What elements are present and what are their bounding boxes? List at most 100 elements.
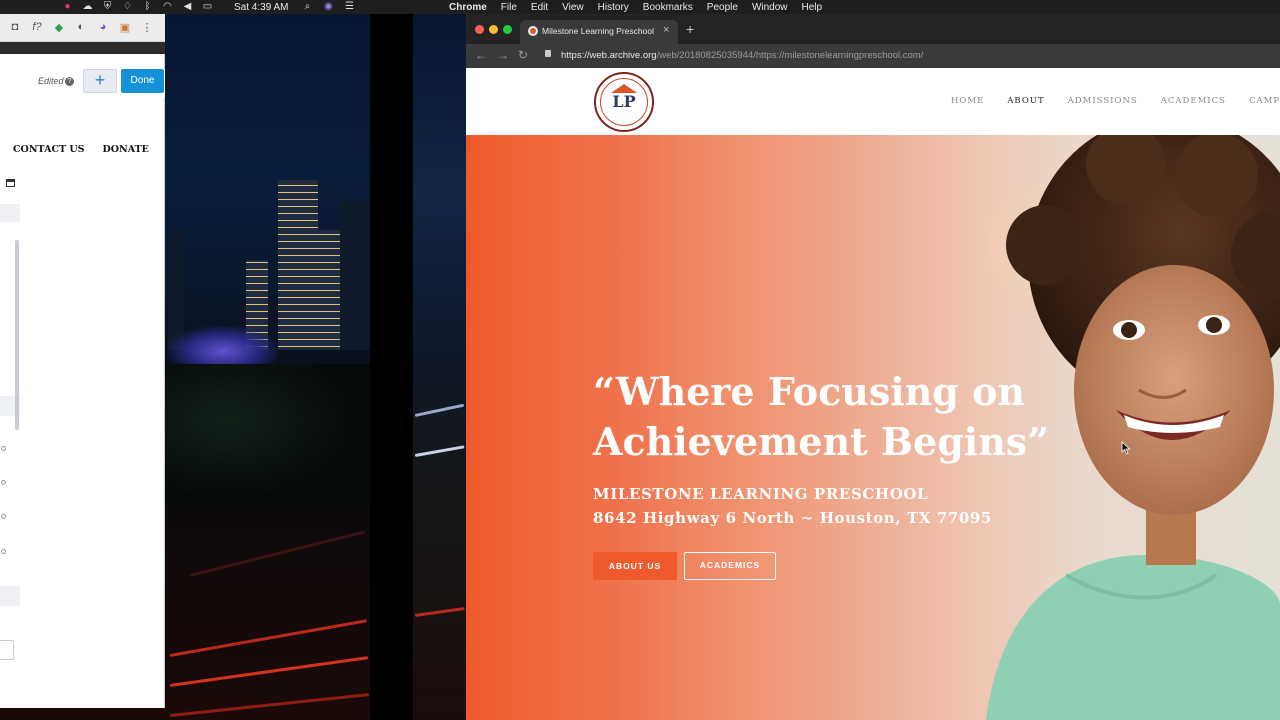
menu-view[interactable]: View: [562, 2, 584, 13]
desktop-gap: [370, 14, 413, 720]
mouse-cursor-icon: [1121, 441, 1131, 455]
app-menus: Chrome File Edit View History Bookmarks …: [449, 2, 822, 13]
wifi-icon[interactable]: ◠: [162, 2, 173, 13]
hero-quote-line-2: Achievement Begins”: [593, 419, 1050, 464]
lightbulb-icon[interactable]: ♢: [122, 2, 133, 13]
tab-bar: Milestone Learning Preschool × +: [466, 14, 1280, 44]
menu-bookmarks[interactable]: Bookmarks: [643, 2, 693, 13]
app-menu-chrome[interactable]: Chrome: [449, 2, 487, 13]
add-content-button[interactable]: +: [83, 69, 117, 93]
site-nav-about[interactable]: ABOUT: [1007, 96, 1044, 106]
menu-help[interactable]: Help: [802, 2, 823, 13]
menu-clock[interactable]: Sat 4:39 AM: [234, 2, 288, 13]
logo-letters: LP: [612, 92, 636, 111]
chrome-window: Milestone Learning Preschool × + ← → ↻ h…: [466, 14, 1280, 720]
light-streak: [169, 656, 369, 687]
site-nav-campus-life[interactable]: CAMPUS LI: [1249, 96, 1280, 106]
menu-file[interactable]: File: [501, 2, 517, 13]
hero-subtitle: MILESTONE LEARNING PRESCHOOL 8642 Highwa…: [593, 482, 992, 530]
shield-icon[interactable]: ⛨: [102, 2, 113, 13]
toolbar-divider: [0, 42, 165, 54]
panel-row[interactable]: [0, 204, 20, 222]
url-field[interactable]: https://web.archive.org/web/201808250359…: [561, 50, 923, 61]
panel-window-icon[interactable]: [6, 179, 15, 187]
about-us-button[interactable]: ABOUT US: [593, 552, 677, 580]
light-streak: [414, 403, 465, 417]
spotlight-search-icon[interactable]: ⌕: [302, 2, 313, 13]
browser-toolbar: ◘ f? ◆ ◐ ◕ ▣ ⋮: [0, 14, 165, 42]
browser-tab[interactable]: Milestone Learning Preschool ×: [520, 20, 678, 44]
school-address: 8642 Highway 6 North ~ Houston, TX 77095: [593, 509, 992, 527]
site-nav-home[interactable]: HOME: [951, 96, 984, 106]
skyscraper: [278, 180, 318, 350]
light-streak: [169, 619, 368, 657]
minimize-window-button[interactable]: [489, 25, 498, 34]
extension-green-icon[interactable]: ◆: [52, 20, 66, 34]
menu-history[interactable]: History: [598, 2, 629, 13]
school-logo[interactable]: LP: [594, 72, 654, 132]
url-path: /web/20180825035944/https://milestonelea…: [656, 50, 924, 61]
hero-section: “Where Focusing on Achievement Begins” M…: [466, 135, 1280, 720]
building: [318, 230, 340, 350]
academics-button[interactable]: ACADEMICS: [684, 552, 776, 580]
record-icon[interactable]: ●: [62, 2, 73, 13]
menu-edit[interactable]: Edit: [531, 2, 548, 13]
menu-right-icons: ⌕ ◉ ☰: [302, 2, 355, 13]
radio-icon[interactable]: [1, 514, 6, 519]
panel-row[interactable]: [0, 586, 20, 606]
preview-nav: CONTACT US DONATE: [13, 144, 149, 155]
new-tab-button[interactable]: +: [686, 22, 694, 36]
hero-quote: “Where Focusing on Achievement Begins”: [593, 367, 1063, 467]
light-streak: [169, 693, 370, 717]
camera-icon[interactable]: ◘: [8, 20, 22, 34]
battery-icon[interactable]: ▭: [202, 2, 213, 13]
reload-icon[interactable]: ↻: [518, 48, 528, 62]
bluetooth-icon[interactable]: ᛒ: [142, 2, 153, 13]
more-menu-icon[interactable]: ⋮: [140, 20, 154, 34]
page-builder-window: ◘ f? ◆ ◐ ◕ ▣ ⋮ Edited ? + Done CONTACT U…: [0, 14, 165, 708]
site-nav-admissions[interactable]: ADMISSIONS: [1068, 96, 1138, 106]
address-bar: ← → ↻ https://web.archive.org/web/201808…: [466, 44, 1280, 68]
function-icon[interactable]: f?: [30, 20, 44, 34]
menu-window[interactable]: Window: [752, 2, 788, 13]
extension-avatar-icon[interactable]: ▣: [118, 20, 132, 34]
close-window-button[interactable]: [475, 25, 484, 34]
status-icons: ● ☁ ⛨ ♢ ᛒ ◠ ◀ ▭: [62, 2, 213, 13]
light-streak: [414, 445, 465, 457]
desktop-wallpaper-edge: [413, 14, 466, 720]
school-name: MILESTONE LEARNING PRESCHOOL: [593, 485, 929, 503]
site-favicon-icon: [528, 26, 538, 36]
lock-icon[interactable]: [545, 50, 551, 57]
help-icon[interactable]: ?: [65, 77, 74, 86]
edited-status: Edited: [38, 76, 64, 86]
extension-shield-icon[interactable]: ◐: [74, 20, 88, 34]
hero-quote-line-1: “Where Focusing on: [593, 369, 1026, 414]
close-tab-icon[interactable]: ×: [663, 24, 669, 36]
zoom-window-button[interactable]: [503, 25, 512, 34]
menu-people[interactable]: People: [707, 2, 738, 13]
url-host: https://web.archive.org: [561, 50, 657, 61]
macos-menu-bar: ● ☁ ⛨ ♢ ᛒ ◠ ◀ ▭ Sat 4:39 AM ⌕ ◉ ☰ Chrome…: [0, 0, 1280, 14]
road-line: [189, 530, 366, 577]
panel-scrollbar[interactable]: [15, 240, 19, 430]
site-header: LP HOME ABOUT ADMISSIONS ACADEMICS CAMPU…: [466, 68, 1280, 135]
volume-icon[interactable]: ◀: [182, 2, 193, 13]
forward-arrow-icon[interactable]: →: [497, 48, 509, 62]
done-button[interactable]: Done: [121, 69, 164, 93]
radio-icon[interactable]: [1, 480, 6, 485]
light-streak: [414, 607, 465, 617]
builder-top-bar: Edited ? + Done: [0, 69, 165, 97]
back-arrow-icon[interactable]: ←: [475, 48, 487, 62]
cancel-button[interactable]: el: [0, 640, 14, 660]
trees: [165, 364, 370, 504]
nav-contact-us[interactable]: CONTACT US: [13, 144, 85, 155]
cloud-icon[interactable]: ☁: [82, 2, 93, 13]
extension-purple-icon[interactable]: ◕: [96, 20, 110, 34]
radio-icon[interactable]: [1, 446, 6, 451]
notification-center-icon[interactable]: ☰: [344, 2, 355, 13]
tab-title: Milestone Learning Preschool: [542, 26, 654, 36]
radio-icon[interactable]: [1, 549, 6, 554]
siri-icon[interactable]: ◉: [323, 2, 334, 13]
nav-donate[interactable]: DONATE: [103, 144, 149, 155]
site-nav-academics[interactable]: ACADEMICS: [1161, 96, 1226, 106]
